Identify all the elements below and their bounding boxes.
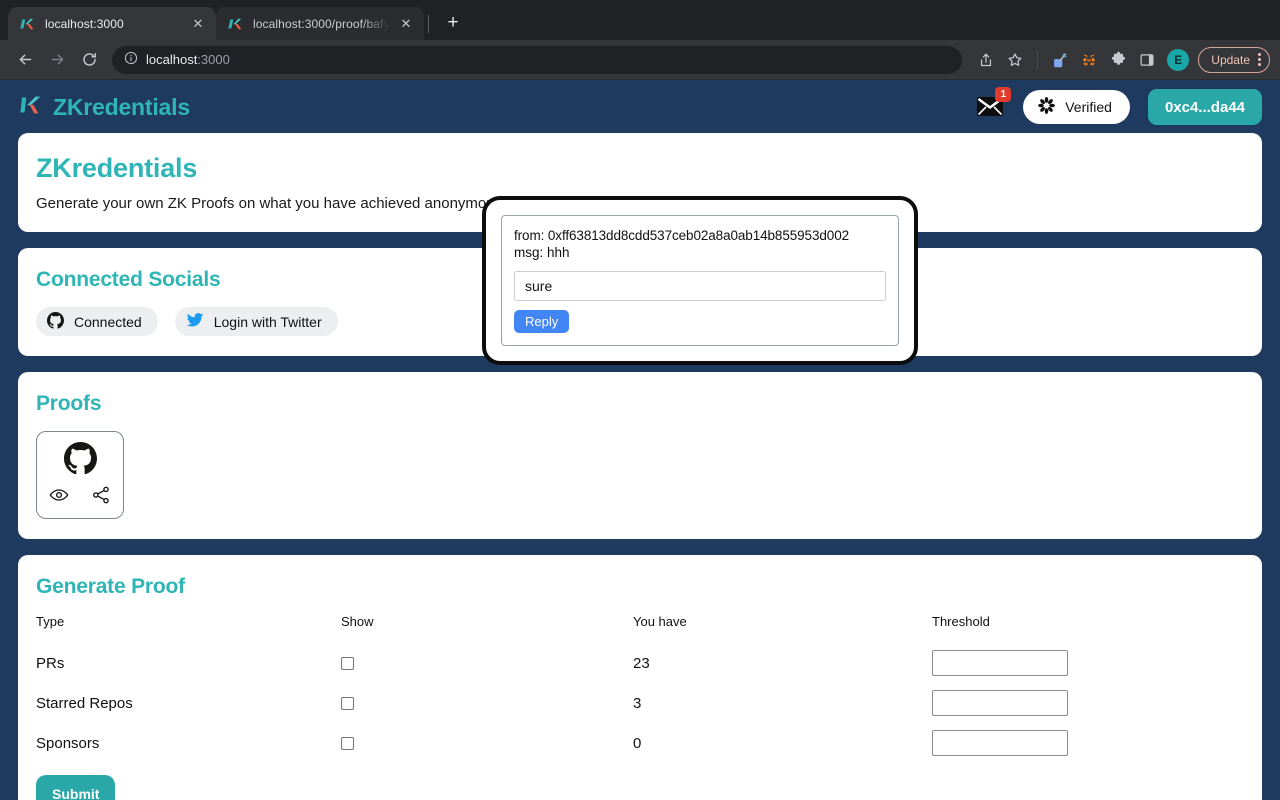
profile-avatar[interactable]: E: [1167, 48, 1190, 71]
social-twitter-button[interactable]: Login with Twitter: [174, 307, 338, 336]
reply-button[interactable]: Reply: [514, 309, 570, 333]
mail-envelope-icon: [975, 97, 1005, 123]
tab-strip: localhost:3000 ✕ localhost:3000/proof/ba…: [0, 0, 1280, 40]
column-header-threshold: Threshold: [932, 614, 990, 629]
row-type-prs: PRs: [36, 654, 65, 672]
zkredentials-logo-icon: [18, 92, 44, 123]
address-bar-port: :3000: [197, 52, 230, 67]
social-github-button[interactable]: Connected: [36, 307, 158, 336]
reply-input[interactable]: [514, 270, 886, 301]
share-icon[interactable]: [972, 46, 1000, 74]
web-page: ZKredentials 1 Verified 0xc4...da44 ZKre…: [0, 81, 1280, 800]
proof-tile-actions: [46, 485, 114, 510]
generate-proof-table: Type Show You have Threshold PRs 23 Star…: [36, 614, 1244, 763]
mail-button[interactable]: 1: [975, 87, 1012, 123]
twitter-icon: [186, 311, 204, 332]
worldcoin-sparkle-icon: [1037, 96, 1056, 118]
info-circle-icon[interactable]: [124, 51, 138, 68]
message-popup: from: 0xff63813dd8cdd537ceb02a8a0ab14b85…: [482, 196, 918, 365]
kebab-menu-icon[interactable]: [1258, 53, 1261, 66]
address-bar-host: localhost: [146, 52, 198, 67]
forward-button-icon: [42, 45, 72, 75]
table-row: Starred Repos 3: [36, 683, 1244, 723]
social-twitter-label: Login with Twitter: [213, 313, 322, 330]
row-threshold-cell-sponsors: [932, 723, 1244, 763]
row-show-cell-sponsors: [341, 723, 633, 763]
reload-button-icon[interactable]: [74, 45, 104, 75]
tab-separator: [428, 15, 429, 33]
row-you-have-starred-repos: 3: [633, 694, 642, 712]
toolbar-actions: E Update: [972, 46, 1270, 74]
row-threshold-cell-starred-repos: [932, 683, 1244, 723]
row-show-cell-starred-repos: [341, 683, 633, 723]
address-bar[interactable]: localhost:3000: [112, 45, 963, 74]
show-checkbox-sponsors[interactable]: [341, 736, 354, 750]
proof-tile[interactable]: [36, 431, 124, 519]
update-button-label: Update: [1211, 52, 1250, 67]
column-header-show: Show: [341, 614, 374, 629]
browser-tab-1-title: localhost:3000: [45, 16, 124, 31]
github-icon: [47, 311, 64, 332]
eye-icon[interactable]: [49, 485, 69, 510]
submit-button[interactable]: Submit: [36, 775, 116, 800]
verified-label: Verified: [1065, 99, 1112, 115]
brand[interactable]: ZKredentials: [18, 92, 190, 123]
browser-tab-1-close-icon[interactable]: ✕: [190, 16, 206, 32]
show-checkbox-prs[interactable]: [341, 656, 354, 670]
zkredentials-favicon: [20, 16, 36, 32]
generate-proof-title: Generate Proof: [36, 575, 185, 598]
side-panel-icon[interactable]: [1133, 46, 1161, 74]
share-nodes-icon[interactable]: [91, 485, 111, 510]
social-github-label: Connected: [74, 313, 142, 330]
extension-pin-icon[interactable]: [1046, 46, 1074, 74]
threshold-input-starred-repos[interactable]: [932, 690, 1068, 716]
proofs-card: Proofs: [18, 372, 1262, 539]
row-you-have-prs: 23: [633, 654, 650, 672]
update-button[interactable]: Update: [1198, 46, 1270, 73]
row-type-starred-repos: Starred Repos: [36, 694, 133, 712]
mail-unread-badge: 1: [995, 87, 1012, 102]
proof-tile-source: [46, 440, 114, 480]
threshold-input-prs[interactable]: [932, 650, 1068, 676]
wallet-address-button[interactable]: 0xc4...da44: [1147, 89, 1262, 125]
row-threshold-cell-prs: [932, 643, 1244, 683]
column-header-type: Type: [36, 614, 65, 629]
site-header: ZKredentials 1 Verified 0xc4...da44: [0, 81, 1280, 133]
message-popup-body: from: 0xff63813dd8cdd537ceb02a8a0ab14b85…: [501, 215, 899, 346]
header-actions: 1 Verified 0xc4...da44: [975, 87, 1262, 125]
page-title: ZKredentials: [36, 153, 198, 183]
browser-tab-1[interactable]: localhost:3000 ✕: [8, 7, 216, 40]
column-header-you-have: You have: [633, 614, 687, 629]
new-tab-button[interactable]: +: [439, 9, 467, 37]
browser-window: localhost:3000 ✕ localhost:3000/proof/ba…: [0, 0, 1280, 800]
browser-tab-2[interactable]: localhost:3000/proof/bafybeih ✕: [216, 7, 424, 40]
browser-tab-2-close-icon[interactable]: ✕: [398, 16, 414, 32]
generate-proof-card: Generate Proof Type Show You have Thresh…: [18, 555, 1262, 800]
proofs-title: Proofs: [36, 392, 102, 415]
table-row: Sponsors 0: [36, 723, 1244, 763]
back-button-icon[interactable]: [10, 45, 40, 75]
threshold-input-sponsors[interactable]: [932, 730, 1068, 756]
github-icon: [63, 442, 97, 480]
bookmark-star-icon[interactable]: [1001, 46, 1029, 74]
show-checkbox-starred-repos[interactable]: [341, 696, 354, 710]
toolbar-divider: [1037, 50, 1039, 69]
zkredentials-favicon: [228, 16, 244, 32]
address-bar-url: localhost:3000: [146, 52, 230, 67]
browser-toolbar: localhost:3000 E Update: [0, 40, 1280, 80]
browser-tab-2-title: localhost:3000/proof/bafybeih: [253, 16, 389, 31]
table-header-row: Type Show You have Threshold: [36, 614, 1244, 643]
row-you-have-sponsors: 0: [633, 734, 642, 752]
brand-name: ZKredentials: [53, 93, 190, 120]
extensions-puzzle-icon[interactable]: [1104, 46, 1132, 74]
row-show-cell-prs: [341, 643, 633, 683]
metamask-fox-icon[interactable]: [1075, 46, 1103, 74]
table-row: PRs 23: [36, 643, 1244, 683]
verified-button[interactable]: Verified: [1023, 90, 1130, 124]
message-from-line: from: 0xff63813dd8cdd537ceb02a8a0ab14b85…: [514, 228, 850, 243]
message-msg-line: msg: hhh: [514, 245, 570, 261]
row-type-sponsors: Sponsors: [36, 734, 100, 752]
